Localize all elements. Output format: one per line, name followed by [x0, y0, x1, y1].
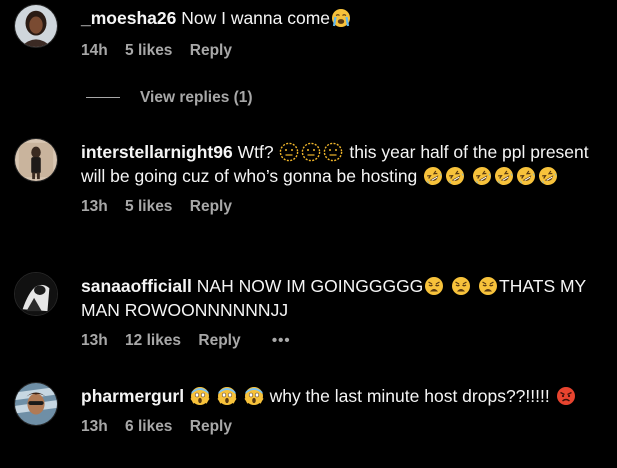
username[interactable]: _moesha26 [81, 8, 176, 28]
avatar[interactable] [14, 272, 58, 316]
likes-count[interactable]: 12 likes [125, 332, 181, 349]
avatar[interactable] [14, 382, 58, 426]
pouting-face-emoji-icon [556, 386, 576, 406]
view-replies-label: View replies (1) [140, 89, 253, 106]
timestamp: 14h [81, 42, 108, 59]
comment-meta: 13h 5 likes Reply [81, 196, 601, 218]
comment-meta: 13h 6 likes Reply [81, 416, 601, 438]
comment-meta: 13h 12 likes Reply ••• [81, 330, 601, 352]
rolling-on-the-floor-laughing-emoji-icon [494, 166, 514, 186]
comment-body: why the last minute host drops??!!!!! [269, 386, 550, 406]
comment-body-part1: Wtf? [237, 142, 274, 162]
comments-panel: _moesha26 Now I wanna come 14h 5 likes R… [0, 0, 617, 468]
reply-button[interactable]: Reply [190, 42, 232, 59]
avatar[interactable] [14, 4, 58, 48]
weary-face-emoji-icon [424, 276, 444, 296]
reply-button[interactable]: Reply [190, 198, 232, 215]
hushed-outline-emoji-icon [279, 142, 299, 162]
comment-body: Now I wanna come [181, 8, 331, 28]
likes-count[interactable]: 6 likes [125, 418, 172, 435]
rolling-on-the-floor-laughing-emoji-icon [538, 166, 558, 186]
hushed-outline-emoji-icon [323, 142, 343, 162]
comment-text: _moesha26 Now I wanna come [81, 6, 601, 30]
face-screaming-in-fear-emoji-icon [190, 386, 210, 406]
face-screaming-in-fear-emoji-icon [244, 386, 264, 406]
comment-body-part1: NAH NOW IM GOINGGGGG [196, 276, 424, 296]
hushed-outline-emoji-icon [301, 142, 321, 162]
rolling-on-the-floor-laughing-emoji-icon [445, 166, 465, 186]
weary-face-emoji-icon [451, 276, 471, 296]
view-replies-button[interactable]: View replies (1) [86, 88, 253, 108]
face-screaming-in-fear-emoji-icon [217, 386, 237, 406]
likes-count[interactable]: 5 likes [125, 198, 172, 215]
reply-button[interactable]: Reply [198, 332, 240, 349]
comment-text: interstellarnight96 Wtf? this year half … [81, 140, 601, 188]
weary-face-emoji-icon [478, 276, 498, 296]
comment-text: pharmergurl why the last minute host dro… [81, 384, 601, 408]
username[interactable]: interstellarnight96 [81, 142, 233, 162]
loudly-crying-face-emoji-icon [331, 8, 351, 28]
rolling-on-the-floor-laughing-emoji-icon [516, 166, 536, 186]
rolling-on-the-floor-laughing-emoji-icon [423, 166, 443, 186]
timestamp: 13h [81, 418, 108, 435]
timestamp: 13h [81, 332, 108, 349]
view-replies-divider [86, 97, 120, 99]
reply-button[interactable]: Reply [190, 418, 232, 435]
comment-text: sanaaofficiall NAH NOW IM GOINGGGGG THAT… [81, 274, 601, 322]
comment-meta: 14h 5 likes Reply [81, 40, 601, 62]
avatar[interactable] [14, 138, 58, 182]
likes-count[interactable]: 5 likes [125, 42, 172, 59]
more-options-icon[interactable]: ••• [272, 330, 291, 352]
rolling-on-the-floor-laughing-emoji-icon [472, 166, 492, 186]
username[interactable]: sanaaofficiall [81, 276, 192, 296]
timestamp: 13h [81, 198, 108, 215]
username[interactable]: pharmergurl [81, 386, 184, 406]
